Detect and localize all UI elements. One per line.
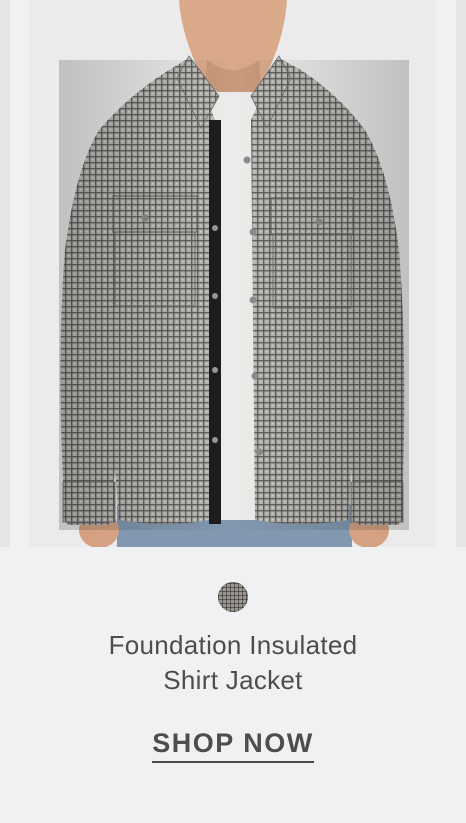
product-title-line-2: Shirt Jacket — [163, 665, 303, 695]
shop-now-container: SHOP NOW — [0, 726, 466, 763]
shop-now-link[interactable]: SHOP NOW — [152, 726, 314, 763]
product-title-line-1: Foundation Insulated — [108, 630, 358, 660]
previous-slide-peek[interactable] — [0, 0, 10, 547]
next-slide-peek[interactable] — [456, 0, 466, 547]
product-image[interactable] — [29, 0, 436, 547]
color-swatch[interactable] — [218, 582, 248, 612]
product-title[interactable]: Foundation Insulated Shirt Jacket — [0, 628, 466, 698]
product-carousel — [0, 0, 466, 547]
